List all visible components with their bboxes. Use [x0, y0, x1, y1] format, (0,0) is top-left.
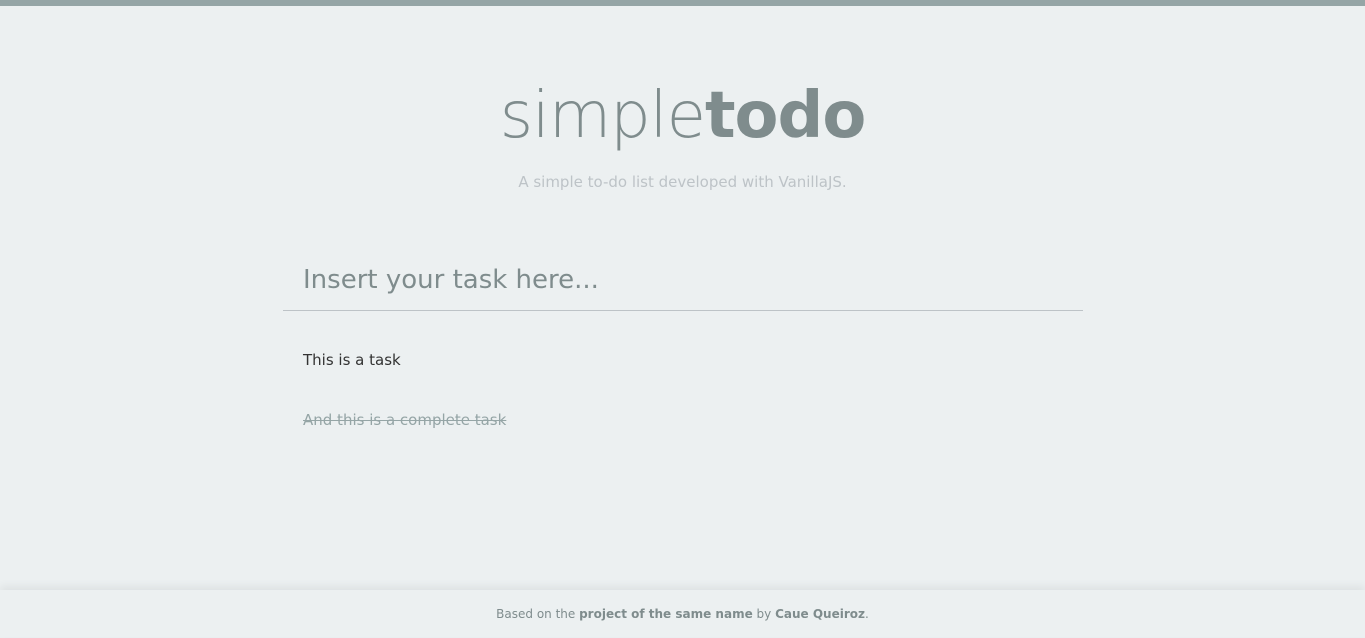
page-footer: Based on the project of the same name by… [0, 590, 1365, 637]
task-item-completed[interactable]: And this is a complete task [283, 390, 1083, 450]
logo-bold-text: todo [704, 79, 866, 153]
app-logo: simpletodo [0, 72, 1365, 160]
task-item[interactable]: This is a task [283, 330, 1083, 390]
top-accent-bar [0, 0, 1365, 6]
task-input[interactable] [283, 250, 1083, 309]
page-header: simpletodo A simple to-do list developed… [0, 72, 1365, 192]
footer-middle: by [752, 607, 776, 621]
footer-suffix: . [864, 607, 869, 621]
logo-light-text: simple [499, 79, 706, 153]
task-form [283, 250, 1083, 311]
task-list: This is a task And this is a complete ta… [283, 330, 1083, 450]
project-link[interactable]: project of the same name [579, 607, 753, 621]
footer-prefix: Based on the [496, 607, 580, 621]
author-link[interactable]: Caue Queiroz [775, 607, 865, 621]
app-subtitle: A simple to-do list developed with Vanil… [518, 173, 847, 191]
